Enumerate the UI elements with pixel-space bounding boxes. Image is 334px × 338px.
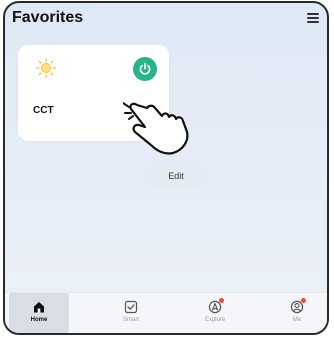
tab-me[interactable]: Me: [267, 293, 327, 333]
smart-check-icon: [124, 300, 138, 314]
tab-home[interactable]: Home: [9, 293, 69, 333]
home-icon: [34, 302, 44, 313]
profile-icon: [290, 298, 306, 314]
tab-smart[interactable]: Smart: [101, 293, 161, 333]
power-icon: [139, 62, 151, 75]
hand-pointer-icon: [123, 102, 189, 155]
notification-dot: [301, 298, 306, 303]
power-button[interactable]: [133, 57, 157, 81]
tab-smart-label: Smart: [122, 317, 139, 323]
edit-button[interactable]: Edit: [145, 165, 207, 187]
menu-icon[interactable]: [307, 13, 319, 23]
explore-compass-icon: [208, 298, 224, 314]
phone-frame: Favorites CCT Edit Home Smart Explore Me: [3, 1, 329, 335]
bottom-tab-bar: Home Smart Explore Me: [5, 292, 327, 333]
header: Favorites: [5, 3, 327, 33]
device-name: CCT: [33, 105, 54, 116]
tab-explore-label: Explore: [204, 317, 226, 323]
tab-home-label: Home: [30, 317, 48, 323]
sun-icon: [35, 57, 57, 79]
page-title: Favorites: [12, 9, 84, 26]
notification-dot: [219, 298, 224, 303]
tab-me-label: Me: [292, 317, 302, 323]
tab-explore[interactable]: Explore: [185, 293, 245, 333]
